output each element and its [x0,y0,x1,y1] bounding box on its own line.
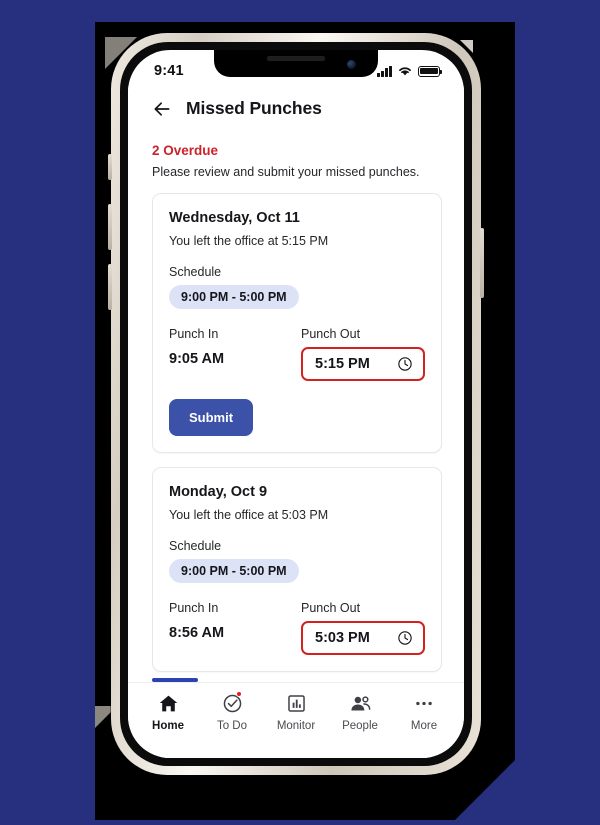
ellipsis-icon [413,692,435,714]
punch-row: Punch In 9:05 AM Punch Out 5:15 PM [169,327,425,381]
punch-out-input[interactable]: 5:03 PM [301,621,425,655]
punch-in-group: Punch In 9:05 AM [169,327,297,381]
wifi-icon [399,67,411,76]
nav-item-home[interactable]: Home [136,692,200,732]
bottom-navigation: Home To Do Monitor People More [128,682,464,758]
missed-punch-card: Wednesday, Oct 11 You left the office at… [152,193,442,453]
missed-punch-card: Monday, Oct 9 You left the office at 5:0… [152,467,442,672]
punch-out-input[interactable]: 5:15 PM [301,347,425,381]
page-title: Missed Punches [186,98,322,118]
overdue-status: 2 Overdue [152,143,219,158]
status-bar-time: 9:41 [154,63,184,79]
volume-down-button[interactable] [108,264,112,310]
card-note: You left the office at 5:15 PM [169,234,329,248]
phone-notch [214,50,378,77]
card-note: You left the office at 5:03 PM [169,508,329,522]
schedule-badge: 9:00 PM - 5:00 PM [169,559,299,583]
page-root: 9:41 Missed Punches 2 Overdue Please rev… [0,0,600,825]
punch-in-label: Punch In [169,601,219,615]
nav-item-todo[interactable]: To Do [200,691,264,732]
submit-button[interactable]: Submit [169,399,254,436]
schedule-label: Schedule [169,539,222,553]
punch-out-group: Punch Out 5:03 PM [297,601,425,655]
back-arrow-icon[interactable] [152,99,172,119]
nav-item-people[interactable]: People [328,692,392,732]
phone-bezel: 9:41 Missed Punches 2 Overdue Please rev… [108,42,484,766]
earpiece-speaker [267,56,325,61]
punch-in-group: Punch In 8:56 AM [169,601,297,655]
front-camera [347,60,356,69]
card-date: Monday, Oct 9 [169,484,268,500]
nav-item-monitor[interactable]: Monitor [264,692,328,732]
punch-out-label: Punch Out [301,327,361,341]
nav-label-people: People [342,720,378,732]
nav-label-todo: To Do [216,720,248,732]
phone-screen: 9:41 Missed Punches 2 Overdue Please rev… [128,50,464,758]
status-bar-icons [377,65,443,77]
punch-out-value: 5:15 PM [315,356,370,372]
battery-full-icon [418,65,443,77]
punch-out-group: Punch Out 5:15 PM [297,327,425,381]
people-icon [349,692,372,714]
punch-in-label: Punch In [169,327,219,341]
signal-bars-icon [377,65,392,77]
app-header: Missed Punches [128,86,464,129]
nav-label-monitor: Monitor [276,720,316,732]
clock-icon[interactable] [397,356,413,372]
nav-label-home: Home [152,720,184,732]
bar-chart-icon [286,692,307,714]
mute-switch[interactable] [108,154,112,180]
punch-out-value: 5:03 PM [315,630,370,646]
power-button[interactable] [480,228,484,298]
decorative-triangle-bottom-right [455,760,515,820]
todo-badge [235,691,242,697]
volume-up-button[interactable] [108,204,112,250]
scroll-content[interactable]: 2 Overdue Please review and submit your … [128,129,464,682]
home-icon [158,692,179,714]
card-date: Wednesday, Oct 11 [169,210,300,226]
punch-in-value: 9:05 AM [169,351,225,367]
punch-out-label: Punch Out [301,601,361,615]
clock-icon[interactable] [397,630,413,646]
punch-row: Punch In 8:56 AM Punch Out 5:03 PM [169,601,425,655]
overdue-description: Please review and submit your missed pun… [152,165,420,179]
schedule-label: Schedule [169,265,222,279]
nav-label-more: More [410,720,438,732]
punch-in-value: 8:56 AM [169,625,225,641]
phone-frame: 9:41 Missed Punches 2 Overdue Please rev… [108,33,484,775]
nav-item-more[interactable]: More [392,692,456,732]
check-circle-icon [222,691,243,714]
scroll-indicator[interactable] [152,678,198,682]
schedule-badge: 9:00 PM - 5:00 PM [169,285,299,309]
